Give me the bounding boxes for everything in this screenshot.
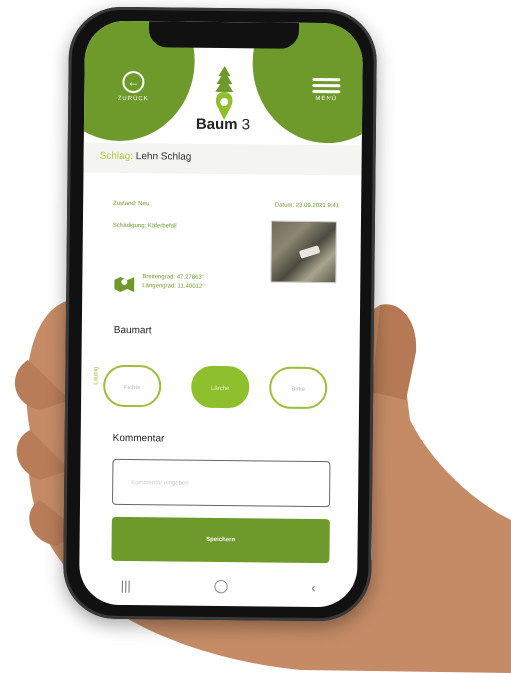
kommentar-input[interactable]: Kommentar eingeben (111, 458, 331, 508)
tree-photo[interactable] (270, 220, 337, 284)
gps-coordinates: Breitengrad: 47.27863° Längengrad: 11.40… (142, 274, 205, 290)
schaedigung-text: Schädigung: Käferbefall (112, 222, 177, 230)
hamburger-icon (312, 77, 341, 82)
recent-apps-icon[interactable]: ||| (121, 577, 131, 592)
zustand-text: Zustand: Neu (113, 200, 150, 208)
map-location-icon (114, 276, 135, 293)
baumart-option-3[interactable]: Birke (269, 366, 328, 410)
tree-location-pin-icon (215, 66, 234, 121)
datum-text: Datum: 23.09.2021 9:41 (274, 202, 340, 210)
home-icon[interactable]: ◯ (214, 578, 229, 594)
android-navbar: ||| ◯ ‹ (79, 567, 357, 606)
kommentar-label: Kommentar (112, 432, 165, 445)
back-button[interactable]: ← ZURÜCK (116, 70, 150, 103)
save-button[interactable]: Speichern (111, 516, 330, 564)
baumart-option-2-selected[interactable]: Lärche (191, 365, 250, 409)
page-title: Baum 3 (195, 115, 251, 134)
menu-label: MENÜ (315, 95, 338, 103)
menu-button[interactable]: MENÜ (310, 75, 342, 102)
back-nav-icon[interactable]: ‹ (311, 579, 316, 594)
app-screen: ← ZURÜCK MENÜ Baum 3 Schlag: Lehn Schlag… (78, 20, 364, 608)
baumart-option-1[interactable]: Fichte (103, 364, 162, 408)
baumart-label: Baumart (113, 324, 152, 337)
back-arrow-icon: ← (122, 70, 145, 94)
phone-notch (148, 21, 300, 49)
baumart-side-label: Laubig (93, 366, 100, 385)
schlag-info: Schlag: Lehn Schlag (99, 150, 192, 163)
detail-row-1: Zustand: Neu Datum: 23.09.2021 9:41 (113, 201, 339, 209)
back-label: ZURÜCK (117, 95, 149, 103)
